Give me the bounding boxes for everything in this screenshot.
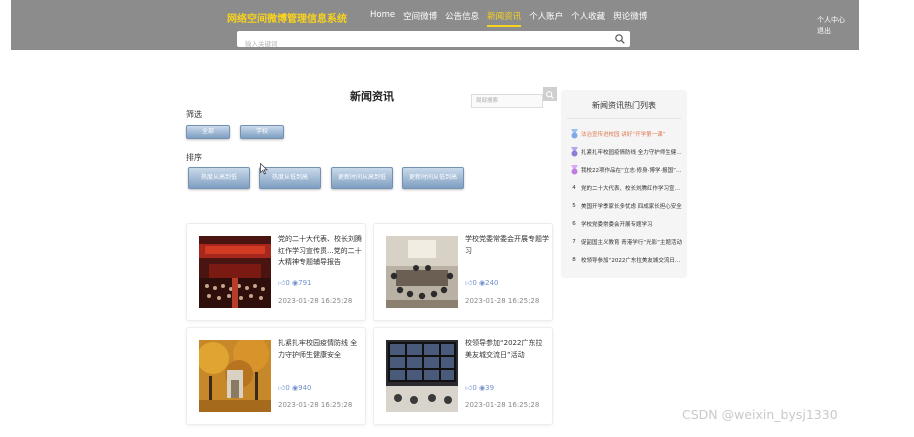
hot-news-rank: 5 xyxy=(572,203,576,209)
news-thumbnail-video-conference xyxy=(386,340,458,412)
mouse-cursor-icon xyxy=(260,163,268,175)
news-card-title[interactable]: 扎紧扎牢校园疫情防线 全力守护师生健康安全 xyxy=(278,338,362,361)
hot-news-text: 校领导参加“2022广东拉美友城交流日”活动 xyxy=(581,258,683,264)
hot-news-text: 党的二十大代表、校长刘腾红作学习宣传贯彻专题辅导报告 xyxy=(581,186,683,192)
sort-heat-asc-button[interactable]: 热度从低到高 xyxy=(259,167,321,189)
hot-news-item[interactable]: 扎紧扎牢校园疫情防线 全力守护师生健康安全 xyxy=(567,146,683,158)
hot-news-item[interactable]: 6 学校党委常委会开展专题学习 xyxy=(567,218,683,230)
divider xyxy=(567,118,681,119)
local-search xyxy=(471,87,557,108)
nav-favorites[interactable]: 个人收藏 xyxy=(571,10,605,27)
hot-news-rank: 4 xyxy=(572,185,576,191)
logout-link[interactable]: 退出 xyxy=(817,26,845,37)
nav-space-weibo[interactable]: 空间微博 xyxy=(403,10,437,27)
news-card-date: 2023-01-28 16:25:28 xyxy=(465,297,540,305)
sort-heat-desc-button[interactable]: 热度从高到低 xyxy=(188,167,250,189)
like-count: 0 xyxy=(472,279,477,287)
news-card[interactable]: 校领导参加“2022广东拉美友城交流日”活动 👍︎0 ◉39 2023-01-2… xyxy=(373,327,553,425)
news-card-stats: 👍︎0 ◉39 xyxy=(465,383,494,392)
hot-news-text: 美国开学季家长多忧虑 四成家长担心安全 xyxy=(581,204,682,210)
hot-news-text: 扎紧扎牢校园疫情防线 全力守护师生健康安全 xyxy=(581,150,683,156)
hot-news-panel: 新闻资讯热门列表 法治宣传进校园 讲好“开学第一课” 扎紧扎牢校园疫情防线 全力… xyxy=(561,90,687,278)
hot-news-item[interactable]: 7 促韶国主义教育 青港学行“光影”主题活动 xyxy=(567,236,683,248)
hot-news-item[interactable]: 法治宣传进校园 讲好“开学第一课” xyxy=(567,128,683,140)
view-count: 940 xyxy=(298,384,312,392)
user-center-link[interactable]: 个人中心 xyxy=(817,15,845,26)
local-search-input[interactable] xyxy=(471,94,543,108)
hot-news-item[interactable]: 5 美国开学季家长多忧虑 四成家长担心安全 xyxy=(567,200,683,212)
filter-school-button[interactable]: 学校 xyxy=(240,125,284,139)
nav-home[interactable]: Home xyxy=(370,10,395,27)
sort-label: 排序 xyxy=(186,153,202,162)
gold-medal-icon xyxy=(567,129,581,139)
hot-news-item[interactable]: 8 校领导参加“2022广东拉美友城交流日”活动 xyxy=(567,254,683,266)
news-card[interactable]: 党的二十大代表、校长刘腾红作学习宣传贯...党的二十大精神专题辅导报告 👍︎0 … xyxy=(186,223,366,321)
sort-time-asc-button[interactable]: 更新时间从低到高 xyxy=(402,167,464,189)
page-title: 新闻资讯 xyxy=(350,90,394,103)
hot-news-text: 法治宣传进校园 讲好“开学第一课” xyxy=(581,132,666,138)
hot-news-text: 学校党委常委会开展专题学习 xyxy=(581,222,653,228)
news-card[interactable]: 扎紧扎牢校园疫情防线 全力守护师生健康安全 👍︎0 ◉940 2023-01-2… xyxy=(186,327,366,425)
hot-news-rank: 8 xyxy=(572,257,576,263)
top-navbar: 网络空间微博管理信息系统 Home 空间微博 公告信息 新闻资讯 个人账户 个人… xyxy=(11,0,859,52)
news-card-date: 2023-01-28 16:25:28 xyxy=(278,401,353,409)
news-card-stats: 👍︎0 ◉791 xyxy=(278,278,312,287)
nav-personal-account[interactable]: 个人账户 xyxy=(529,10,563,27)
global-search-input[interactable] xyxy=(237,36,607,52)
search-icon[interactable] xyxy=(614,33,626,45)
view-count: 39 xyxy=(485,384,495,392)
csdn-watermark: CSDN @weixin_bysj1330 xyxy=(682,407,838,422)
nav-opinion-weibo[interactable]: 舆论微博 xyxy=(613,10,647,27)
like-count: 0 xyxy=(285,279,290,287)
search-icon xyxy=(546,91,554,99)
news-card-title[interactable]: 党的二十大代表、校长刘腾红作学习宣传贯...党的二十大精神专题辅导报告 xyxy=(278,234,362,269)
view-count: 240 xyxy=(485,279,499,287)
filter-label: 筛选 xyxy=(186,110,202,119)
news-card-stats: 👍︎0 ◉940 xyxy=(278,383,312,392)
global-search xyxy=(237,31,630,52)
hot-news-item[interactable]: 我校22项作品在“立志·修身·博学·报国”主题活动获奖 xyxy=(567,164,683,176)
user-links: 个人中心 退出 xyxy=(817,15,845,37)
news-card[interactable]: 学校党委常委会开展专题学习 👍︎0 ◉240 2023-01-28 16:25:… xyxy=(373,223,553,321)
like-count: 0 xyxy=(472,384,477,392)
news-card-date: 2023-01-28 16:25:28 xyxy=(278,297,353,305)
filter-all-button[interactable]: 全部 xyxy=(186,125,230,139)
news-thumbnail-autumn-campus xyxy=(199,340,271,412)
news-card-date: 2023-01-28 16:25:28 xyxy=(465,401,540,409)
hot-news-rank: 6 xyxy=(572,221,576,227)
nav-news[interactable]: 新闻资讯 xyxy=(487,10,522,27)
hot-news-text: 我校22项作品在“立志·修身·博学·报国”主题活动获奖 xyxy=(581,168,683,174)
site-title[interactable]: 网络空间微博管理信息系统 xyxy=(227,10,347,25)
hot-news-rank: 7 xyxy=(572,239,576,245)
bronze-medal-icon xyxy=(567,165,581,175)
like-count: 0 xyxy=(285,384,290,392)
sort-time-desc-button[interactable]: 更新时间从高到低 xyxy=(331,167,393,189)
nav-announcements[interactable]: 公告信息 xyxy=(445,10,479,27)
hot-news-item[interactable]: 4 党的二十大代表、校长刘腾红作学习宣传贯彻专题辅导报告 xyxy=(567,182,683,194)
main-nav: Home 空间微博 公告信息 新闻资讯 个人账户 个人收藏 舆论微博 xyxy=(370,10,647,27)
silver-medal-icon xyxy=(567,147,581,157)
news-card-stats: 👍︎0 ◉240 xyxy=(465,278,499,287)
news-card-title[interactable]: 校领导参加“2022广东拉美友城交流日”活动 xyxy=(465,338,549,361)
view-count: 791 xyxy=(298,279,312,287)
news-card-title[interactable]: 学校党委常委会开展专题学习 xyxy=(465,234,549,257)
hot-news-title: 新闻资讯热门列表 xyxy=(592,101,656,110)
hot-news-text: 促韶国主义教育 青港学行“光影”主题活动 xyxy=(581,240,682,246)
news-thumbnail-auditorium xyxy=(199,236,271,308)
local-search-button[interactable] xyxy=(543,87,557,101)
news-thumbnail-meeting xyxy=(386,236,458,308)
